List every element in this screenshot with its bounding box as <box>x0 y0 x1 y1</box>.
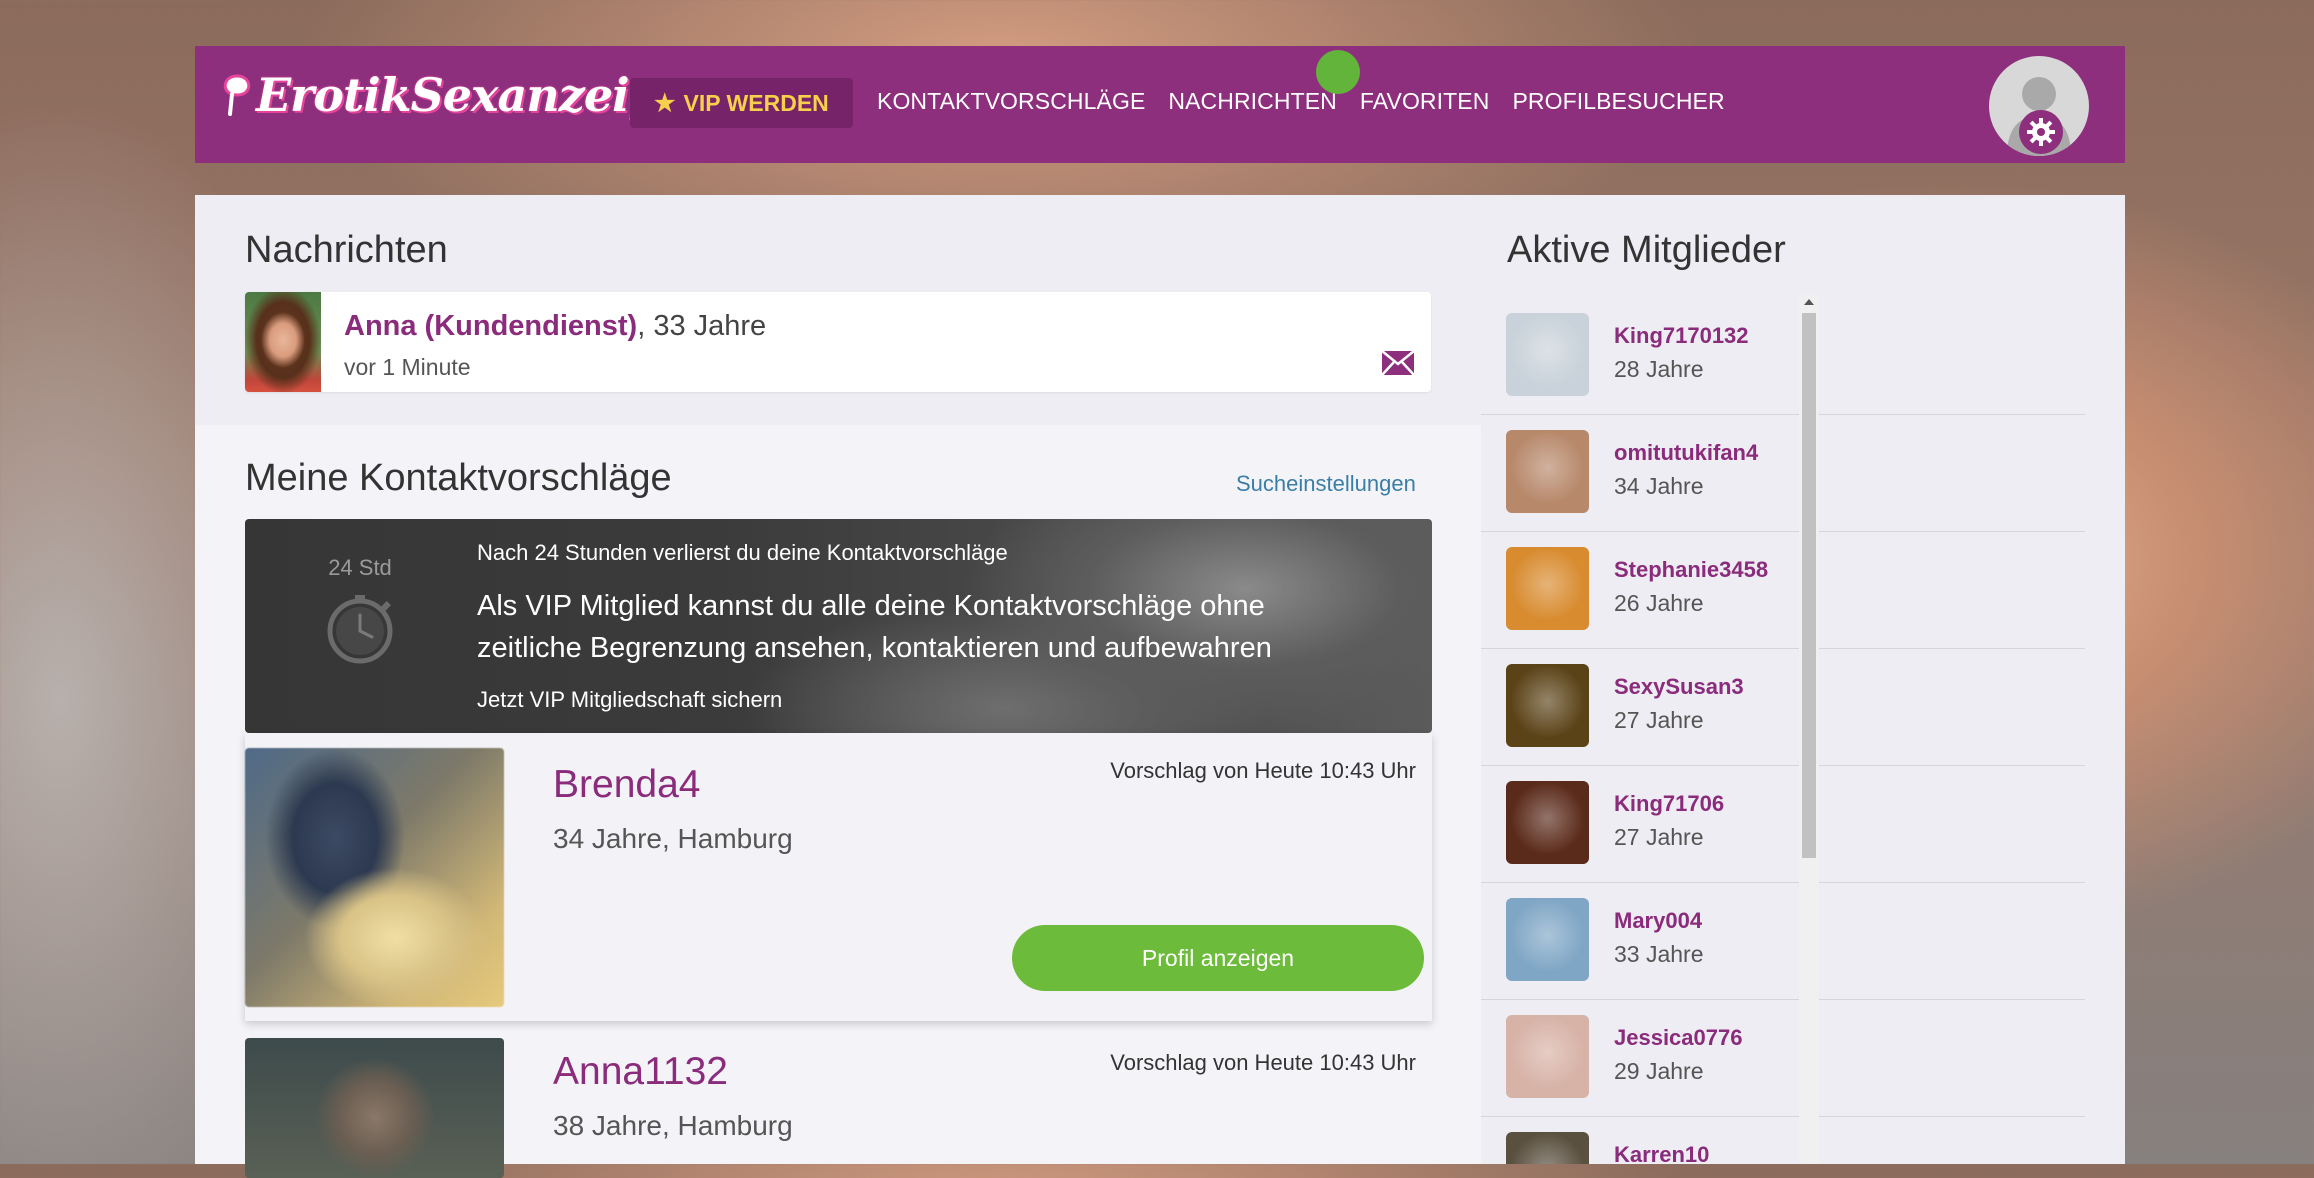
member-name[interactable]: King71706 <box>1614 791 1724 817</box>
suggestion-card: Anna1132 38 Jahre, Hamburg Vorschlag von… <box>245 1038 1432 1178</box>
scroll-up-arrow-icon[interactable] <box>1804 299 1814 305</box>
message-sender-photo[interactable] <box>245 292 321 392</box>
nav-nachrichten[interactable]: NACHRICHTEN <box>1168 88 1337 115</box>
suggestion-date: Vorschlag von Heute 10:43 Uhr <box>1110 1050 1416 1075</box>
suggestions-heading: Meine Kontaktvorschläge <box>245 457 672 499</box>
member-age: 28 Jahre <box>1614 356 1704 382</box>
logo-mark-icon <box>220 70 254 120</box>
vip-button-label: VIP WERDEN <box>683 89 829 116</box>
message-sender: Anna (Kundendienst), 33 Jahre <box>344 310 766 343</box>
member-age: 29 Jahre <box>1614 1058 1704 1084</box>
member-age: 27 Jahre <box>1614 824 1704 850</box>
member-name[interactable]: King7170132 <box>1614 323 1749 349</box>
members-scrollbar[interactable] <box>1799 295 1819 1164</box>
member-item[interactable]: King71706 27 Jahre <box>1481 766 2085 883</box>
top-navigation-bar: ErotikSexanzeigen ★ VIP WERDEN KONTAKTVO… <box>195 46 2125 163</box>
banner-main-text: Als VIP Mitglied kannst du alle deine Ko… <box>477 590 1272 664</box>
message-item[interactable]: Anna (Kundendienst), 33 Jahre vor 1 Minu… <box>245 292 1431 392</box>
member-name[interactable]: Stephanie3458 <box>1614 557 1768 583</box>
vip-promo-banner[interactable]: 24 Std Nach 24 Stunden verlierst du dein… <box>245 519 1432 733</box>
user-avatar-menu[interactable] <box>1989 56 2089 156</box>
active-members-list: King7170132 28 Jahre omitutukifan4 34 Ja… <box>1481 298 2101 1164</box>
member-photo[interactable] <box>1506 1015 1589 1098</box>
settings-gear-icon[interactable] <box>2019 110 2063 154</box>
search-settings-link[interactable]: Sucheinstellungen <box>1236 471 1416 497</box>
member-photo[interactable] <box>1506 664 1589 747</box>
member-item[interactable]: King7170132 28 Jahre <box>1481 298 2085 415</box>
suggestion-photo[interactable] <box>245 748 504 1007</box>
member-photo[interactable] <box>1506 547 1589 630</box>
member-name[interactable]: Mary004 <box>1614 908 1702 934</box>
member-name[interactable]: omitutukifan4 <box>1614 440 1758 466</box>
envelope-icon[interactable] <box>1381 350 1415 376</box>
nav-kontaktvorschlaege[interactable]: KONTAKTVORSCHLÄGE <box>877 88 1145 115</box>
clock-area: 24 Std <box>285 555 435 665</box>
member-item[interactable]: Stephanie3458 26 Jahre <box>1481 532 2085 649</box>
main-nav: KONTAKTVORSCHLÄGE NACHRICHTEN FAVORITEN … <box>877 88 1725 115</box>
message-sender-age: , 33 Jahre <box>637 310 767 342</box>
banner-cta-link[interactable]: Jetzt VIP Mitgliedschaft sichern <box>477 687 782 713</box>
messages-heading: Nachrichten <box>245 229 448 271</box>
suggestion-date: Vorschlag von Heute 10:43 Uhr <box>1110 758 1416 783</box>
scrollbar-thumb[interactable] <box>1802 313 1816 858</box>
member-photo[interactable] <box>1506 313 1589 396</box>
member-item[interactable]: Jessica0776 29 Jahre <box>1481 1000 2085 1117</box>
star-icon: ★ <box>654 89 676 117</box>
member-item[interactable]: SexySusan3 27 Jahre <box>1481 649 2085 766</box>
member-item[interactable]: omitutukifan4 34 Jahre <box>1481 415 2085 532</box>
banner-warning-text: Nach 24 Stunden verlierst du deine Konta… <box>477 540 1008 565</box>
member-age: 27 Jahre <box>1614 707 1704 733</box>
suggestion-meta: 38 Jahre, Hamburg <box>553 1110 793 1141</box>
clock-icon <box>324 593 396 665</box>
member-photo[interactable] <box>1506 1132 1589 1164</box>
member-name[interactable]: Karren10 <box>1614 1142 1709 1164</box>
member-name[interactable]: SexySusan3 <box>1614 674 1744 700</box>
suggestion-name[interactable]: Anna1132 <box>553 1050 728 1094</box>
member-age: 33 Jahre <box>1614 941 1704 967</box>
suggestion-meta: 34 Jahre, Hamburg <box>553 823 793 854</box>
member-age: 26 Jahre <box>1614 590 1704 616</box>
clock-label: 24 Std <box>328 555 392 580</box>
message-time: vor 1 Minute <box>344 354 471 380</box>
member-age: 34 Jahre <box>1614 473 1704 499</box>
vip-button[interactable]: ★ VIP WERDEN <box>630 78 853 128</box>
active-members-heading: Aktive Mitglieder <box>1507 229 1786 271</box>
member-photo[interactable] <box>1506 781 1589 864</box>
main-panel: Nachrichten Anna (Kundendienst), 33 Jahr… <box>195 195 2125 1178</box>
online-status-dot <box>1316 50 1360 94</box>
suggestion-name[interactable]: Brenda4 <box>553 763 700 807</box>
nav-profilbesucher[interactable]: PROFILBESUCHER <box>1512 88 1724 115</box>
member-item[interactable]: Karren10 <box>1481 1117 2085 1164</box>
member-photo[interactable] <box>1506 898 1589 981</box>
member-item[interactable]: Mary004 33 Jahre <box>1481 883 2085 1000</box>
suggestion-card: Brenda4 34 Jahre, Hamburg Vorschlag von … <box>245 733 1432 1021</box>
view-profile-button[interactable]: Profil anzeigen <box>1012 925 1424 991</box>
left-column: Nachrichten Anna (Kundendienst), 33 Jahr… <box>195 195 1481 1178</box>
member-name[interactable]: Jessica0776 <box>1614 1025 1742 1051</box>
nav-favoriten[interactable]: FAVORITEN <box>1360 88 1490 115</box>
member-photo[interactable] <box>1506 430 1589 513</box>
message-sender-name[interactable]: Anna (Kundendienst) <box>344 310 637 342</box>
suggestion-photo[interactable] <box>245 1038 504 1178</box>
